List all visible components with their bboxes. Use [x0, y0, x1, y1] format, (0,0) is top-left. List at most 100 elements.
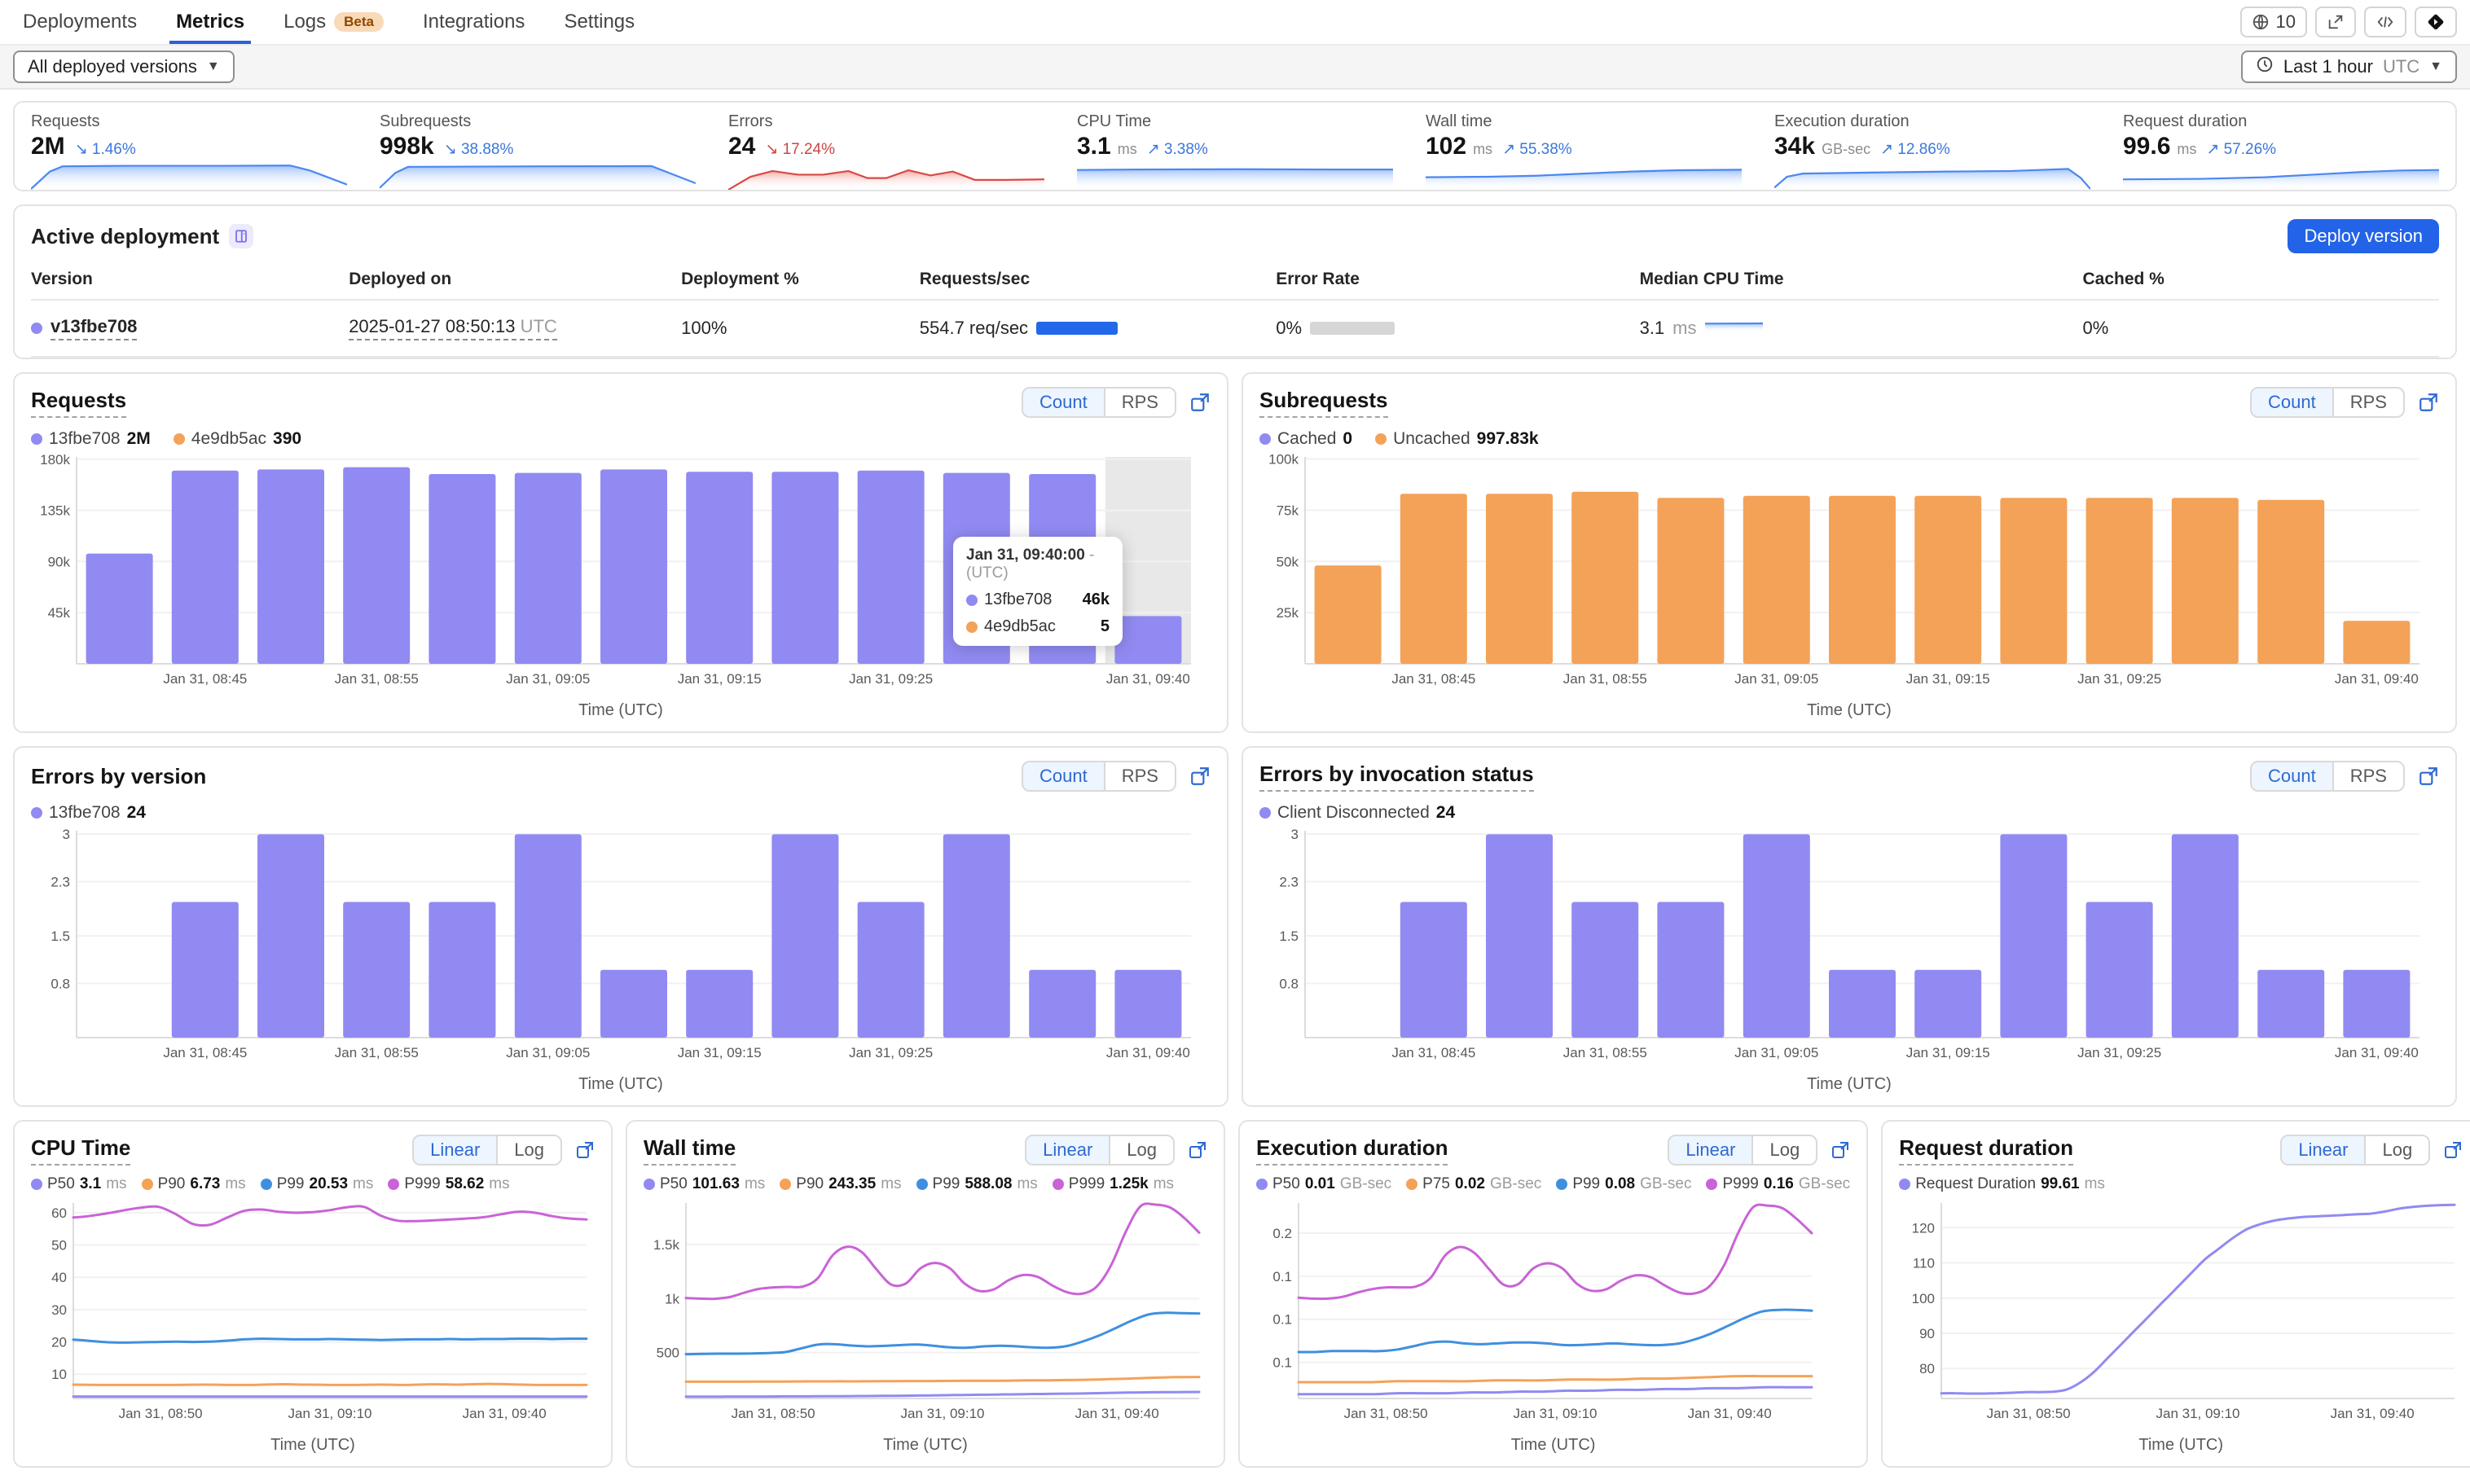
workers-playground-button[interactable] — [2415, 7, 2457, 37]
bar[interactable] — [2171, 834, 2239, 1038]
bar[interactable] — [600, 969, 667, 1038]
bar[interactable] — [1314, 565, 1382, 664]
linear-log-toggle: Linear Log — [1025, 1135, 1175, 1166]
expand-chart-icon[interactable] — [1831, 1140, 1850, 1160]
tab-settings[interactable]: Settings — [564, 0, 635, 44]
stat-delta: ↘ 17.24% — [765, 141, 836, 158]
toggle-rps[interactable]: RPS — [1103, 389, 1175, 416]
bar[interactable] — [857, 470, 925, 664]
bar[interactable] — [1829, 969, 1896, 1038]
x-tick-label: Jan 31, 09:40 — [2331, 1406, 2415, 1421]
x-tick-label: Jan 31, 09:40 — [1075, 1406, 1159, 1421]
bar[interactable] — [1114, 616, 1182, 664]
bar[interactable] — [429, 474, 496, 664]
time-range-dropdown[interactable]: Last 1 hour UTC ▼ — [2240, 50, 2457, 83]
bar[interactable] — [1657, 902, 1725, 1038]
bar[interactable] — [1400, 494, 1467, 664]
deployment-docs-icon[interactable] — [229, 224, 254, 248]
toggle-count[interactable]: Count — [1023, 762, 1104, 790]
bar[interactable] — [1914, 495, 1982, 664]
main-content: Requests 2M ↘ 1.46% Subrequests 998k ↘ 38.88%… — [0, 90, 2470, 1484]
bar[interactable] — [343, 902, 411, 1038]
bar[interactable] — [2085, 902, 2153, 1038]
bar[interactable] — [2343, 621, 2411, 664]
bar[interactable] — [2343, 969, 2411, 1038]
expand-chart-icon[interactable] — [575, 1140, 595, 1160]
expand-chart-icon[interactable] — [2418, 766, 2439, 787]
tab-deployments[interactable]: Deployments — [23, 0, 137, 44]
stat-delta: ↗ 3.38% — [1146, 141, 1208, 158]
bar[interactable] — [86, 553, 153, 664]
code-button[interactable] — [2364, 7, 2406, 37]
expand-chart-icon[interactable] — [2418, 392, 2439, 413]
toggle-log[interactable]: Log — [496, 1136, 560, 1164]
bar[interactable] — [429, 902, 496, 1038]
bar[interactable] — [257, 834, 324, 1038]
toggle-rps[interactable]: RPS — [2332, 762, 2403, 790]
bar[interactable] — [771, 834, 839, 1038]
bar[interactable] — [171, 470, 239, 664]
deployments-globe-button[interactable]: 10 — [2239, 7, 2307, 37]
y-tick-label: 0.1 — [1272, 1355, 1292, 1371]
expand-chart-icon[interactable] — [1188, 1140, 1207, 1160]
bar[interactable] — [1400, 902, 1467, 1038]
toggle-rps[interactable]: RPS — [1103, 762, 1175, 790]
toggle-rps[interactable]: RPS — [2332, 389, 2403, 416]
bar[interactable] — [514, 834, 582, 1038]
toggle-log[interactable]: Log — [1751, 1136, 1817, 1164]
bar[interactable] — [2257, 969, 2325, 1038]
tab-integrations[interactable]: Integrations — [423, 0, 525, 44]
bar[interactable] — [600, 469, 667, 664]
versions-filter-dropdown[interactable]: All deployed versions ▼ — [13, 50, 235, 83]
bar[interactable] — [2085, 498, 2153, 664]
toggle-count[interactable]: Count — [2252, 389, 2332, 416]
open-external-button[interactable] — [2315, 7, 2356, 37]
bar[interactable] — [1029, 969, 1097, 1038]
bar[interactable] — [686, 472, 754, 664]
legend-item: Request Duration 99.61 ms — [1899, 1175, 2105, 1193]
bar[interactable] — [1829, 495, 1896, 664]
bar[interactable] — [1486, 494, 1553, 664]
bar[interactable] — [343, 467, 411, 664]
bar[interactable] — [1571, 902, 1639, 1038]
bar[interactable] — [1743, 834, 1810, 1038]
bar[interactable] — [1743, 495, 1810, 664]
bar[interactable] — [257, 469, 324, 664]
bar[interactable] — [686, 969, 754, 1038]
y-tick-label: 0.1 — [1272, 1269, 1292, 1284]
bar[interactable] — [514, 472, 582, 664]
bar[interactable] — [1914, 969, 1982, 1038]
bar[interactable] — [771, 472, 839, 664]
legend-value: 0.02 — [1454, 1175, 1485, 1192]
toggle-count[interactable]: Count — [2252, 762, 2332, 790]
expand-chart-icon[interactable] — [2443, 1140, 2463, 1160]
bar[interactable] — [171, 902, 239, 1038]
legend-item: P90 6.73 ms — [141, 1175, 246, 1193]
bar[interactable] — [1486, 834, 1553, 1038]
version-link[interactable]: v13fbe708 — [51, 316, 138, 340]
bar[interactable] — [2171, 498, 2239, 664]
toggle-linear[interactable]: Linear — [414, 1136, 497, 1164]
bar[interactable] — [857, 902, 925, 1038]
x-tick-label: Jan 31, 09:10 — [2156, 1406, 2240, 1421]
bar[interactable] — [1114, 969, 1182, 1038]
expand-chart-icon[interactable] — [1189, 766, 1211, 787]
bar[interactable] — [1571, 491, 1639, 664]
toggle-linear[interactable]: Linear — [2282, 1136, 2365, 1164]
toggle-log[interactable]: Log — [2364, 1136, 2429, 1164]
tab-logs[interactable]: Logs Beta — [283, 0, 385, 44]
bar[interactable] — [2000, 834, 2068, 1038]
deploy-version-button[interactable]: Deploy version — [2288, 219, 2439, 253]
toggle-count[interactable]: Count — [1023, 389, 1104, 416]
toggle-linear[interactable]: Linear — [1669, 1136, 1752, 1164]
expand-chart-icon[interactable] — [1189, 392, 1211, 413]
bar[interactable] — [2257, 499, 2325, 664]
bar[interactable] — [943, 834, 1010, 1038]
bar[interactable] — [1657, 498, 1725, 664]
toggle-log[interactable]: Log — [1109, 1136, 1173, 1164]
legend-value: 2M — [126, 429, 151, 448]
tab-metrics[interactable]: Metrics — [169, 0, 252, 44]
bar[interactable] — [2000, 498, 2068, 664]
stat-sparkline-svg — [1426, 164, 1742, 190]
toggle-linear[interactable]: Linear — [1026, 1136, 1110, 1164]
